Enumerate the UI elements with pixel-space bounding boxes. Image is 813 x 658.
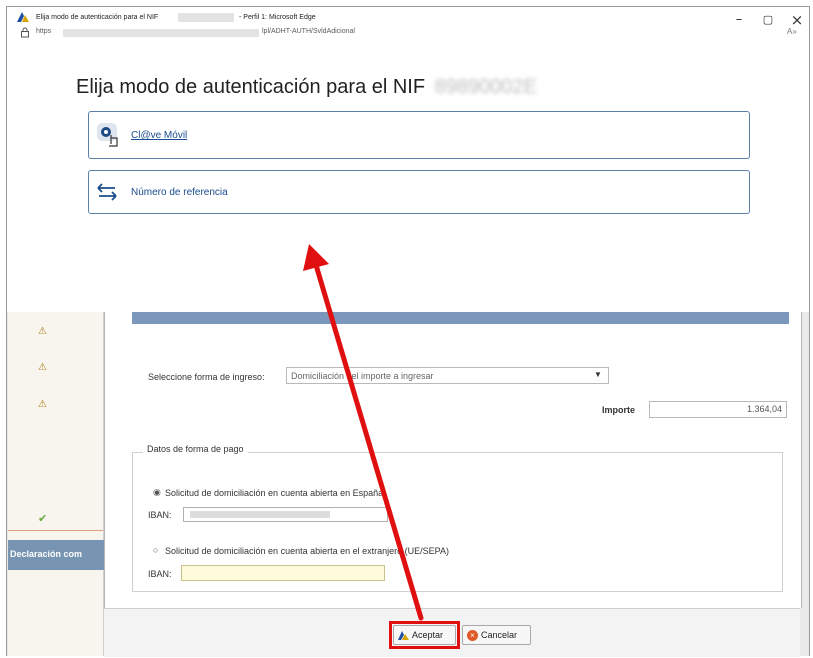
forma-ingreso-value: Domiciliación del importe a ingresar — [291, 371, 434, 381]
check-icon: ✔ — [38, 513, 48, 525]
aceptar-highlight-box — [389, 621, 460, 649]
iban-label: IBAN: — [148, 510, 172, 520]
radio-espana-label: Solicitud de domiciliación en cuenta abi… — [165, 488, 384, 498]
redacted-iban — [190, 511, 330, 518]
declaracion-tab-label: Declaración com — [10, 549, 83, 559]
nif-value: 89890002E — [434, 76, 537, 98]
redacted-nif-title — [178, 13, 234, 22]
redacted-url — [63, 29, 259, 37]
aeat-logo-icon — [17, 12, 29, 22]
divider — [8, 530, 103, 531]
cancelar-label: Cancelar — [481, 630, 518, 640]
minimize-button[interactable]: – — [730, 11, 748, 29]
warning-icon: ⚠ — [38, 399, 47, 410]
option-clave-movil[interactable] — [88, 111, 750, 159]
iban-extranjero-input[interactable] — [181, 565, 385, 581]
lock-icon — [21, 27, 29, 38]
clave-movil-icon — [97, 123, 118, 147]
swap-arrows-icon — [97, 183, 117, 201]
forma-ingreso-label: Seleccione forma de ingreso: — [148, 372, 265, 382]
importe-label: Importe — [602, 405, 636, 415]
page-title-text: Elija modo de autenticación para el NIF — [76, 76, 426, 98]
cancelar-button[interactable]: × Cancelar — [462, 625, 531, 645]
cancel-icon: × — [467, 630, 478, 641]
iban-label: IBAN: — [148, 569, 172, 579]
radio-extranjero-label: Solicitud de domiciliación en cuenta abi… — [165, 546, 449, 556]
address-prefix: https — [36, 28, 52, 35]
window-title-prefix: Elija modo de autenticación para el NIF — [36, 14, 159, 21]
option-numero-referencia-label[interactable]: Número de referencia — [131, 187, 228, 198]
chevron-down-icon[interactable]: ▼ — [594, 370, 602, 379]
warning-icon: ⚠ — [38, 362, 47, 373]
option-clave-movil-label[interactable]: Cl@ve Móvil — [131, 130, 187, 141]
datos-pago-legend: Datos de forma de pago — [143, 444, 248, 454]
read-aloud-icon[interactable]: A» — [787, 27, 797, 36]
warning-icon: ⚠ — [38, 326, 47, 337]
section-header-bar — [132, 312, 789, 324]
window-title-suffix: - Perfil 1: Microsoft Edge — [239, 14, 316, 21]
address-suffix: lpl/ADHT-AUTH/SvldAdicional — [262, 28, 355, 35]
radio-espana-checked[interactable]: ◉ — [153, 487, 161, 498]
page-title: Elija modo de autenticación para el NIF … — [76, 76, 537, 99]
importe-field[interactable]: 1.364,04 — [649, 401, 787, 418]
radio-extranjero[interactable]: ○ — [153, 545, 158, 555]
maximize-button[interactable]: ▢ — [759, 11, 777, 29]
address-bar[interactable]: https — [36, 28, 51, 35]
window-title: Elija modo de autenticación para el NIF — [36, 14, 158, 21]
left-sidebar — [8, 312, 104, 656]
